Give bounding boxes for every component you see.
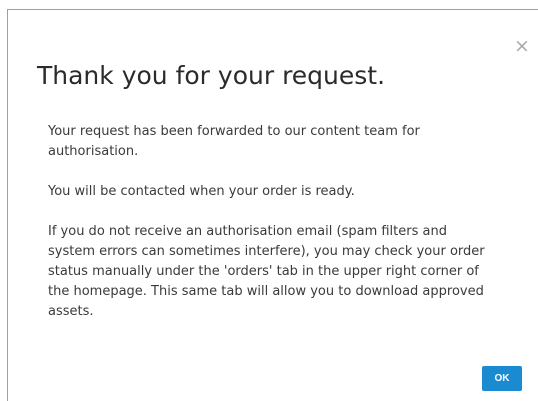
- forwarded-message: Your request has been forwarded to our c…: [48, 124, 420, 159]
- ok-button[interactable]: OK: [482, 366, 522, 391]
- contact-message: You will be contacted when your order is…: [48, 184, 355, 199]
- dialog-title: Thank you for your request.: [37, 61, 386, 90]
- request-confirmation-dialog: × Thank you for your request. Your reque…: [7, 9, 538, 401]
- orders-tab-message: If you do not receive an authorisation e…: [48, 224, 485, 319]
- close-icon[interactable]: ×: [512, 36, 532, 56]
- dialog-body: Your request has been forwarded to our c…: [48, 122, 488, 342]
